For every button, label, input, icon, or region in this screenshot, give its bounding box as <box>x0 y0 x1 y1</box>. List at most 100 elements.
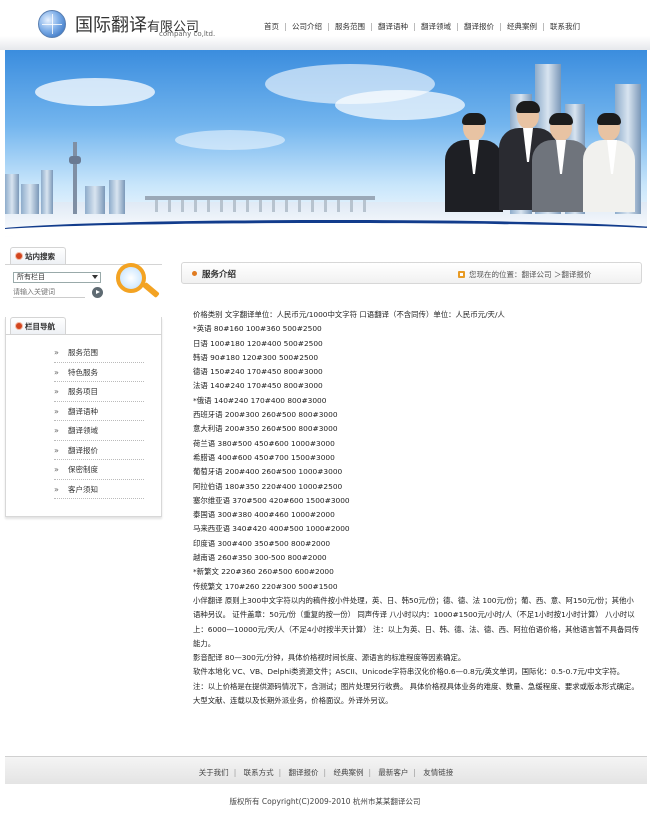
search-panel-title: 站内搜索 <box>25 252 55 261</box>
magnifier-lens <box>116 263 146 293</box>
footer-bar: 关于我们 | 联系方式 | 翻译报价 | 经典案例 | 最新客户 | 友情链接 <box>5 756 647 784</box>
nav-about[interactable]: 公司介绍 <box>286 21 328 32</box>
price-line: *英语 80#160 100#360 500#2500 <box>193 324 322 334</box>
businesswoman-figure <box>583 113 635 212</box>
price-line: 日语 100#180 120#400 500#2500 <box>193 338 323 348</box>
breadcrumb-text[interactable]: 您现在的位置：翻译公司 ＞翻译报价 <box>469 269 591 280</box>
banner-wave <box>5 220 647 238</box>
price-line: 印度语 300#400 350#500 800#2000 <box>193 538 331 548</box>
globe-logo-icon[interactable] <box>38 10 66 38</box>
category-select[interactable]: 所有栏目 <box>13 272 101 283</box>
sidebar-item-pricing[interactable]: 翻译报价 <box>54 441 144 460</box>
price-header-line: 价格类别 文字翻译单位：人民币元/1000中文字符 口语翻译（不含同传）单位：人… <box>193 310 505 319</box>
footer-divider: | <box>323 768 327 777</box>
site-search-panel: 站内搜索 所有栏目 <box>5 247 162 307</box>
nav-fields[interactable]: 翻译领域 <box>415 21 457 32</box>
nav-cases[interactable]: 经典案例 <box>501 21 543 32</box>
bullet-icon <box>192 271 197 276</box>
magnifier-handle <box>142 281 160 299</box>
sidebar-item-languages[interactable]: 翻译语种 <box>54 402 144 421</box>
header-shade <box>0 36 650 50</box>
price-line: 马来西亚语 340#420 400#500 1000#2000 <box>193 524 350 534</box>
price-content: 价格类别 文字翻译单位：人民币元/1000中文字符 口语翻译（不含同传）单位：人… <box>193 308 641 708</box>
price-line: 法语 140#240 170#450 800#3000 <box>193 381 323 391</box>
nav-panel-tab: 栏目导航 <box>10 317 66 334</box>
person-suit <box>532 140 590 212</box>
price-line: 传统繁文 170#260 220#300 500#1500 <box>193 581 338 591</box>
content-paragraph: 影音配译 80—300元/分钟，具体价格视时间长度、源语言的标准程度等因素确定。 <box>193 653 466 663</box>
content-header: 服务介绍 您现在的位置：翻译公司 ＞翻译报价 <box>181 262 642 284</box>
nav-languages[interactable]: 翻译语种 <box>372 21 414 32</box>
sidebar-item-service-scope[interactable]: 服务范围 <box>54 343 144 363</box>
businessman-figure <box>532 113 590 212</box>
nav-services[interactable]: 服务范围 <box>329 21 371 32</box>
tv-tower <box>69 142 81 214</box>
bullet-icon <box>16 323 22 329</box>
bullet-icon <box>16 253 22 259</box>
price-line: 越南语 260#350 300-500 800#2000 <box>193 553 327 563</box>
footer-link-friends[interactable]: 友情链接 <box>418 768 458 777</box>
person-suit <box>583 140 635 212</box>
nav-contact[interactable]: 联系我们 <box>544 21 586 32</box>
price-line: 荷兰语 380#500 450#600 1000#3000 <box>193 438 335 448</box>
person-head <box>597 113 621 141</box>
building <box>5 174 19 214</box>
magnifier-icon <box>110 261 162 301</box>
brand-name-main: 国际翻译 <box>75 15 147 36</box>
search-input[interactable] <box>13 287 85 298</box>
price-line: *新繁文 220#360 260#500 600#2000 <box>193 567 334 577</box>
sidebar-item-customer-notice[interactable]: 客户须知 <box>54 480 144 499</box>
nav-home[interactable]: 首页 <box>258 21 285 32</box>
cloud <box>175 130 285 150</box>
main-nav: 首页 公司介绍 服务范围 翻译语种 翻译领域 翻译报价 经典案例 联系我们 <box>258 21 586 32</box>
building <box>41 170 53 214</box>
content-paragraph: 小伴翻译 原则上300中文字符以内的稿件按小件处理，英、日、韩50元/份；德、德… <box>193 595 640 648</box>
price-line: 西班牙语 200#300 260#500 800#3000 <box>193 410 338 420</box>
businessman-figure <box>445 113 503 212</box>
sidebar-item-fields[interactable]: 翻译领域 <box>54 421 144 441</box>
sidebar-item-confidentiality[interactable]: 保密制度 <box>54 460 144 480</box>
sidebar-item-featured-services[interactable]: 特色服务 <box>54 363 144 382</box>
person-head <box>549 113 573 141</box>
building <box>21 184 39 214</box>
nav-pricing[interactable]: 翻译报价 <box>458 21 500 32</box>
category-select-value: 所有栏目 <box>17 273 45 281</box>
category-nav-panel: 栏目导航 服务范围 特色服务 服务项目 翻译语种 翻译领域 翻译报价 保密制度 … <box>5 317 162 517</box>
price-line: 泰国语 300#380 400#460 1000#2000 <box>193 510 335 520</box>
search-panel-tab: 站内搜索 <box>10 247 66 264</box>
footer-link-pricing[interactable]: 翻译报价 <box>284 768 324 777</box>
person-head <box>462 113 486 141</box>
footer-divider: | <box>368 768 371 777</box>
price-line: 阿拉伯语 180#350 220#400 1000#2500 <box>193 481 343 491</box>
price-line: 塞尔维亚语 370#500 420#600 1500#3000 <box>193 495 350 505</box>
price-line: *俄语 140#240 170#400 800#3000 <box>193 395 327 405</box>
cloud <box>35 78 155 106</box>
person-suit <box>445 140 503 212</box>
hero-banner <box>5 50 647 238</box>
breadcrumb: 您现在的位置：翻译公司 ＞翻译报价 <box>458 269 591 280</box>
footer-links: 关于我们 | 联系方式 | 翻译报价 | 经典案例 | 最新客户 | 友情链接 <box>5 767 647 778</box>
price-line: 意大利语 200#350 260#500 800#3000 <box>193 424 338 434</box>
location-icon <box>458 271 465 278</box>
footer-link-about[interactable]: 关于我们 <box>194 768 234 777</box>
footer-link-clients[interactable]: 最新客户 <box>373 768 413 777</box>
search-submit-button[interactable] <box>92 287 103 298</box>
brand-subtitle: company co,ltd. <box>159 30 216 38</box>
price-line: 葡萄牙语 200#400 260#500 1000#3000 <box>193 467 343 477</box>
building <box>85 186 105 214</box>
content-paragraph: 注：以上价格是在提供源码情况下，含测试；图片处理另行收费。 具体价格视具体业务的… <box>193 681 639 706</box>
footer-link-contact[interactable]: 联系方式 <box>239 768 279 777</box>
price-line: 德语 150#240 170#450 800#3000 <box>193 367 323 377</box>
content-paragraph: 软件本地化 VC、VB、Delphi类资源文件；ASCII、Unicode字符串… <box>193 667 625 677</box>
bridge <box>145 196 375 212</box>
nav-panel-title: 栏目导航 <box>25 322 55 331</box>
footer-link-cases[interactable]: 经典案例 <box>328 768 368 777</box>
footer-divider: | <box>278 768 282 777</box>
copyright: 版权所有 Copyright(C)2009-2010 杭州市某某翻译公司 <box>229 797 421 806</box>
price-line: 希腊语 400#600 450#700 1500#3000 <box>193 452 335 462</box>
nav-panel-header: 栏目导航 <box>5 317 162 335</box>
sidebar-item-service-projects[interactable]: 服务项目 <box>54 382 144 402</box>
footer-divider: | <box>413 768 416 777</box>
category-list: 服务范围 特色服务 服务项目 翻译语种 翻译领域 翻译报价 保密制度 客户须知 <box>54 343 144 499</box>
footer-divider: | <box>233 768 237 777</box>
